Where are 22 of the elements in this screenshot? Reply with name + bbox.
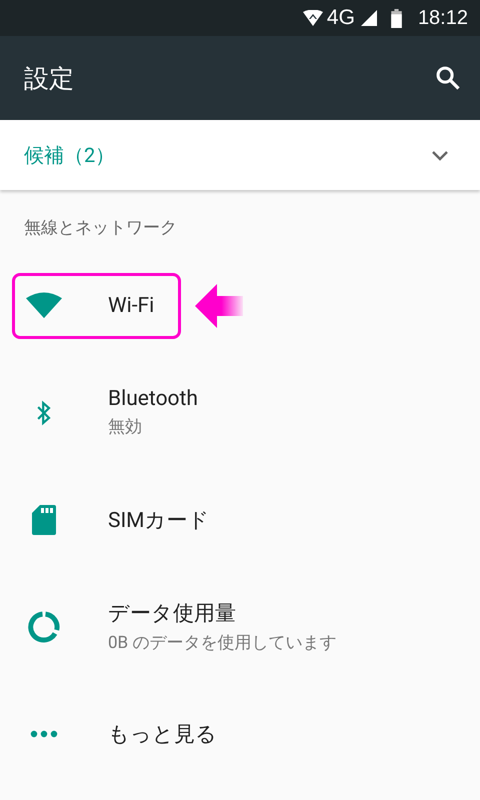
setting-title[interactable]: Wi-Fi	[108, 294, 154, 318]
search-icon	[434, 64, 462, 92]
setting-summary: 無効	[108, 416, 143, 438]
suggestions-row[interactable]: 候補（2）	[0, 120, 480, 190]
page-title: 設定	[24, 64, 74, 94]
setting-title[interactable]: データ使用量	[108, 599, 336, 627]
clock: 18:12	[418, 6, 468, 30]
section-header: 無線とネットワーク	[23, 217, 178, 240]
battery-icon	[390, 8, 402, 28]
setting-title[interactable]: もっと見る	[108, 720, 217, 748]
wifi-signal-icon	[302, 10, 323, 26]
pointer-arrow	[195, 282, 244, 330]
setting-title[interactable]: SIMカード	[108, 506, 210, 534]
wifi-icon	[26, 292, 62, 319]
setting-summary: 0B のデータを使用しています	[108, 632, 336, 654]
setting-title[interactable]: Bluetooth	[108, 387, 198, 411]
sim-card-icon	[32, 504, 56, 534]
ring-icon	[28, 610, 60, 642]
cell-signal-icon	[358, 10, 379, 26]
dots-icon	[30, 730, 58, 738]
suggestions-label: 候補（2）	[24, 142, 116, 168]
network-type: 4G	[326, 6, 355, 30]
